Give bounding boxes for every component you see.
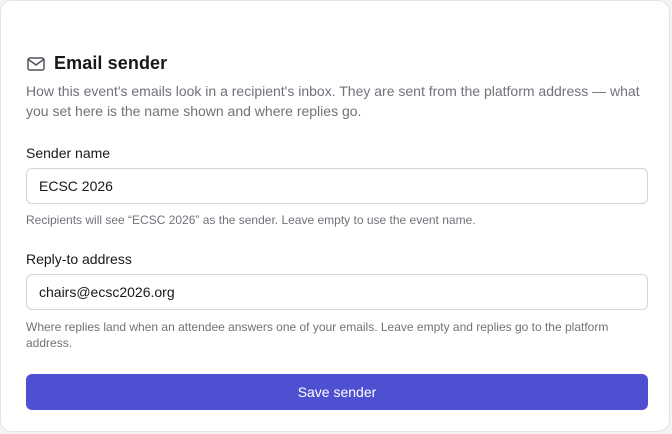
section-title: Email sender — [54, 53, 168, 73]
sender-name-label: Sender name — [26, 145, 111, 161]
sender-name-help: Recipients will see “ECSC 2026” as the s… — [26, 213, 476, 227]
section-header: Email sender — [26, 53, 167, 74]
reply-to-input[interactable] — [26, 274, 648, 310]
email-sender-card: Email sender How this event's emails loo… — [0, 0, 670, 432]
section-description: How this event's emails look in a recipi… — [26, 83, 640, 119]
save-sender-button[interactable]: Save sender — [26, 374, 648, 410]
reply-to-help: Where replies land when an attendee answ… — [26, 320, 609, 350]
reply-to-label: Reply-to address — [26, 251, 132, 267]
sender-name-input[interactable] — [26, 168, 648, 204]
mail-icon — [26, 54, 46, 74]
